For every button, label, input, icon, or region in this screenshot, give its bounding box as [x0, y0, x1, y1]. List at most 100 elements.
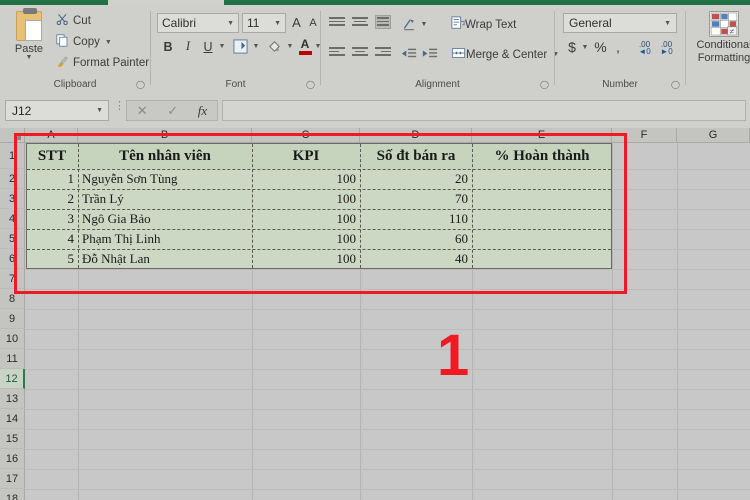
cancel-formula-button[interactable]: ✕ [137, 103, 148, 119]
increase-font-size-button[interactable]: A [289, 14, 304, 31]
copy-button[interactable]: Copy ▼ [56, 34, 112, 50]
fill-color-dropdown-caret[interactable]: ▼ [286, 41, 294, 51]
formula-input[interactable] [222, 100, 746, 121]
column-header-d[interactable]: D [360, 128, 472, 143]
align-bottom-icon[interactable] [375, 15, 391, 29]
table-col-divider [252, 144, 253, 268]
row-header-10[interactable]: 10 [0, 329, 25, 349]
font-family-select[interactable]: Calibri ▼ [157, 13, 239, 33]
align-left-icon[interactable] [329, 47, 345, 61]
row-header-13[interactable]: 13 [0, 389, 25, 409]
ribbon: Paste ▼ Cut Copy ▼ Format Painter Clipbo… [0, 5, 750, 93]
row-header-16[interactable]: 16 [0, 449, 25, 469]
excel-window: Paste ▼ Cut Copy ▼ Format Painter Clipbo… [0, 0, 750, 500]
orientation-button[interactable] [400, 16, 418, 32]
formula-bar-area: J12 ▼ ⋮ ✕ ✓ fx [0, 93, 750, 128]
column-header-b[interactable]: B [78, 128, 252, 143]
copy-label: Copy [73, 36, 100, 48]
font-color-button[interactable]: A [297, 35, 313, 57]
decrease-indent-button[interactable] [400, 46, 418, 62]
increase-indent-button[interactable] [421, 46, 439, 62]
row-header-18[interactable]: 18 [0, 489, 25, 500]
number-dialog-launcher[interactable]: ◯ [671, 80, 680, 89]
insert-function-icon[interactable]: fx [198, 103, 207, 119]
clipboard-dialog-launcher[interactable]: ◯ [136, 80, 145, 89]
row-header-5[interactable]: 5 [0, 229, 25, 249]
increase-decimal-button[interactable]: .00 ◄0 [635, 39, 654, 56]
wrap-text-button[interactable]: Wrap Text [451, 16, 516, 33]
paste-button[interactable]: Paste ▼ [6, 8, 52, 73]
currency-button[interactable]: $ [565, 38, 579, 56]
row-header-1[interactable]: 1 [0, 143, 25, 169]
formula-bar-buttons: ✕ ✓ fx [126, 100, 218, 121]
row-header-6[interactable]: 6 [0, 249, 25, 269]
borders-button[interactable] [231, 37, 250, 56]
row-header-8[interactable]: 8 [0, 289, 25, 309]
font-dialog-launcher[interactable]: ◯ [306, 80, 315, 89]
grow-font-label: A [292, 15, 301, 30]
alignment-group-label: Alignment [415, 79, 460, 90]
row-header-11[interactable]: 11 [0, 349, 25, 369]
paintbrush-icon [56, 55, 69, 71]
column-header-e[interactable]: E [472, 128, 612, 143]
name-box-resize-handle[interactable]: ⋮ [114, 101, 125, 112]
conditional-formatting-button[interactable]: ≠ Conditional Formatting [689, 11, 750, 65]
fill-color-button[interactable] [265, 37, 284, 56]
table-row-divider [27, 249, 611, 250]
row-header-2[interactable]: 2 [0, 169, 25, 189]
row-header-14[interactable]: 14 [0, 409, 25, 429]
column-header-f[interactable]: F [612, 128, 677, 143]
row-header-7[interactable]: 7 [0, 269, 25, 289]
borders-dropdown-caret[interactable]: ▼ [252, 41, 260, 51]
conditional-formatting-label-line2: Formatting [697, 52, 750, 64]
table-col-divider [360, 144, 361, 268]
decrease-decimal-button[interactable]: .00 ►0 [657, 39, 676, 56]
align-right-icon[interactable] [375, 47, 391, 61]
bold-button[interactable]: B [160, 38, 176, 55]
table-row-divider [27, 169, 611, 170]
underline-dropdown-caret[interactable]: ▼ [218, 41, 226, 51]
font-size-select[interactable]: 11 ▼ [242, 13, 286, 33]
column-header-a[interactable]: A [25, 128, 78, 143]
clipboard-group-label: Clipboard [53, 79, 97, 90]
alignment-dialog-launcher[interactable]: ◯ [540, 80, 549, 89]
comma-style-button[interactable]: , [612, 38, 624, 56]
align-middle-icon[interactable] [352, 17, 368, 31]
orientation-dropdown-caret[interactable]: ▼ [420, 19, 428, 29]
percent-style-button[interactable]: % [593, 38, 608, 56]
italic-button[interactable]: I [180, 38, 196, 55]
spreadsheet-grid: A B C D E F G 1 2 3 4 5 6 7 8 9 10 11 12… [0, 128, 750, 500]
row-header-17[interactable]: 17 [0, 469, 25, 489]
underline-button[interactable]: U [200, 38, 216, 55]
number-group-label: Number [602, 79, 638, 90]
paste-dropdown-caret[interactable]: ▼ [6, 54, 52, 61]
column-header-g[interactable]: G [677, 128, 750, 143]
bold-label: B [163, 39, 173, 54]
select-all-corner[interactable] [0, 128, 25, 143]
font-color-label: A [300, 36, 310, 51]
enter-formula-button[interactable]: ✓ [167, 103, 178, 119]
copy-dropdown-caret[interactable]: ▼ [105, 39, 112, 46]
row-header-12[interactable]: 12 [0, 369, 25, 389]
name-box-value: J12 [12, 103, 32, 118]
cut-button[interactable]: Cut [56, 13, 91, 29]
percent-label: % [594, 39, 607, 55]
decrease-font-size-button[interactable]: A [306, 15, 320, 31]
number-format-select[interactable]: General ▼ [563, 13, 677, 33]
align-top-icon[interactable] [329, 17, 345, 31]
format-painter-button[interactable]: Format Painter [56, 55, 149, 71]
conditional-formatting-label-line1: Conditional [696, 39, 750, 51]
row-header-9[interactable]: 9 [0, 309, 25, 329]
merge-center-button[interactable]: Merge & Center ▼ [451, 46, 559, 63]
name-box[interactable]: J12 ▼ [5, 100, 109, 121]
wrap-text-label: Wrap Text [465, 18, 517, 31]
row-header-3[interactable]: 3 [0, 189, 25, 209]
column-header-c[interactable]: C [252, 128, 360, 143]
align-center-icon[interactable] [352, 47, 368, 61]
currency-dropdown-caret[interactable]: ▼ [581, 42, 589, 52]
row-header-15[interactable]: 15 [0, 429, 25, 449]
row-header-4[interactable]: 4 [0, 209, 25, 229]
decrease-decimal-arrow-icon: ►0 [660, 46, 673, 56]
ribbon-group-alignment: ▼ Wrap Text Merge & Center ▼ Alignment ◯ [321, 5, 559, 93]
table-row-divider [27, 189, 611, 190]
